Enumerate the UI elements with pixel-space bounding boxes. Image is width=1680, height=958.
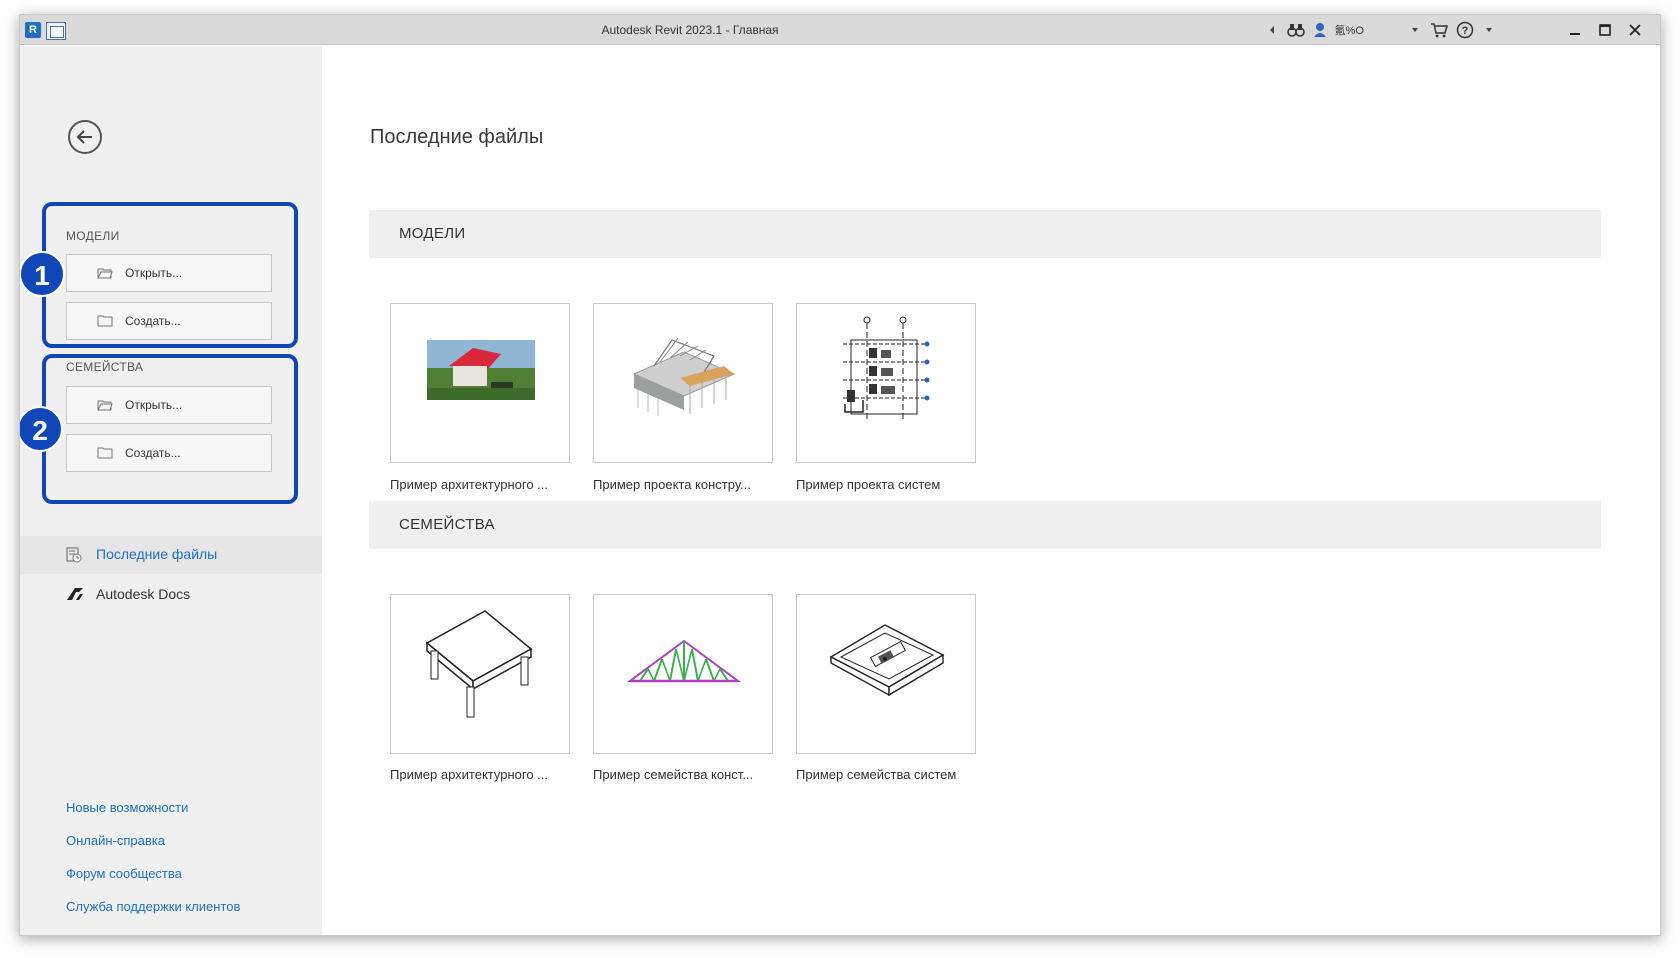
arrow-back-icon (76, 130, 92, 144)
back-button[interactable] (68, 120, 102, 154)
link-online-help[interactable]: Онлайн-справка (66, 833, 165, 848)
recent-family-label: Пример семейства конст... (593, 767, 754, 782)
families-section-header: СЕМЕЙСТВА (369, 501, 1601, 549)
nav-autodesk-docs-label: Autodesk Docs (96, 586, 191, 602)
systems-model-thumbnail (843, 316, 930, 422)
table-family-thumbnail (425, 610, 533, 718)
title-bar: R Autodesk Revit 2023.1 - Главная 氪%O ? (20, 15, 1660, 45)
nav-recent-files[interactable]: Последние файлы (20, 536, 322, 574)
link-whats-new[interactable]: Новые возможности (66, 800, 188, 815)
truss-family-thumbnail (626, 639, 742, 683)
dropdown-arrow-icon[interactable] (1408, 20, 1422, 40)
page-title: Последние файлы (370, 126, 544, 148)
recent-family-card-truss[interactable] (593, 594, 773, 754)
minimize-icon[interactable] (1564, 20, 1586, 40)
binoculars-icon[interactable] (1286, 20, 1305, 40)
title-toolbar: 氪%O ? (1265, 15, 1646, 45)
recent-model-card-architectural[interactable] (390, 303, 570, 463)
recent-files-icon (66, 547, 82, 566)
arrow-left-icon[interactable] (1265, 20, 1279, 40)
recent-model-card-structural[interactable] (593, 303, 773, 463)
link-community-forum[interactable]: Форум сообщества (66, 866, 182, 881)
callout-box-families (42, 354, 298, 504)
close-icon[interactable] (1624, 20, 1646, 40)
models-section-label: МОДЕЛИ (399, 225, 466, 242)
main-content: Последние файлы МОДЕЛИ Пример архитектур… (322, 46, 1660, 935)
recent-model-label: Пример проекта констру... (593, 477, 751, 492)
systems-family-thumbnail (829, 624, 945, 697)
recent-model-card-systems[interactable] (796, 303, 976, 463)
user-name[interactable]: 氪%O (1335, 22, 1364, 38)
recent-family-label: Пример архитектурного ... (390, 767, 549, 782)
user-icon[interactable] (1313, 20, 1327, 40)
autodesk-docs-icon (66, 587, 84, 604)
recent-model-label: Пример проекта систем (796, 477, 941, 492)
models-section-header: МОДЕЛИ (369, 210, 1601, 258)
nav-recent-files-label: Последние файлы (96, 546, 218, 562)
families-section-label: СЕМЕЙСТВА (399, 516, 495, 533)
maximize-icon[interactable] (1594, 20, 1616, 40)
recent-family-card-systems[interactable] (796, 594, 976, 754)
recent-family-label: Пример семейства систем (796, 767, 957, 782)
revit-window: R Autodesk Revit 2023.1 - Главная 氪%O ? (19, 14, 1661, 936)
recent-family-card-table[interactable] (390, 594, 570, 754)
help-dropdown-icon[interactable] (1482, 20, 1496, 40)
recent-model-label: Пример архитектурного ... (390, 477, 549, 492)
callout-box-models (42, 202, 298, 348)
callout-number-1: 1 (20, 251, 65, 297)
structural-model-thumbnail (632, 337, 736, 416)
callout-number-2: 2 (20, 406, 63, 452)
help-icon[interactable]: ? (1456, 20, 1474, 40)
link-customer-support[interactable]: Служба поддержки клиентов (66, 899, 240, 914)
nav-autodesk-docs[interactable]: Autodesk Docs (20, 576, 322, 614)
architectural-model-thumbnail (427, 340, 535, 400)
sidebar: МОДЕЛИ Открыть... Создать... СЕМЕЙСТВА О… (20, 46, 322, 935)
svg-text:?: ? (1462, 25, 1469, 37)
cart-icon[interactable] (1430, 20, 1448, 40)
